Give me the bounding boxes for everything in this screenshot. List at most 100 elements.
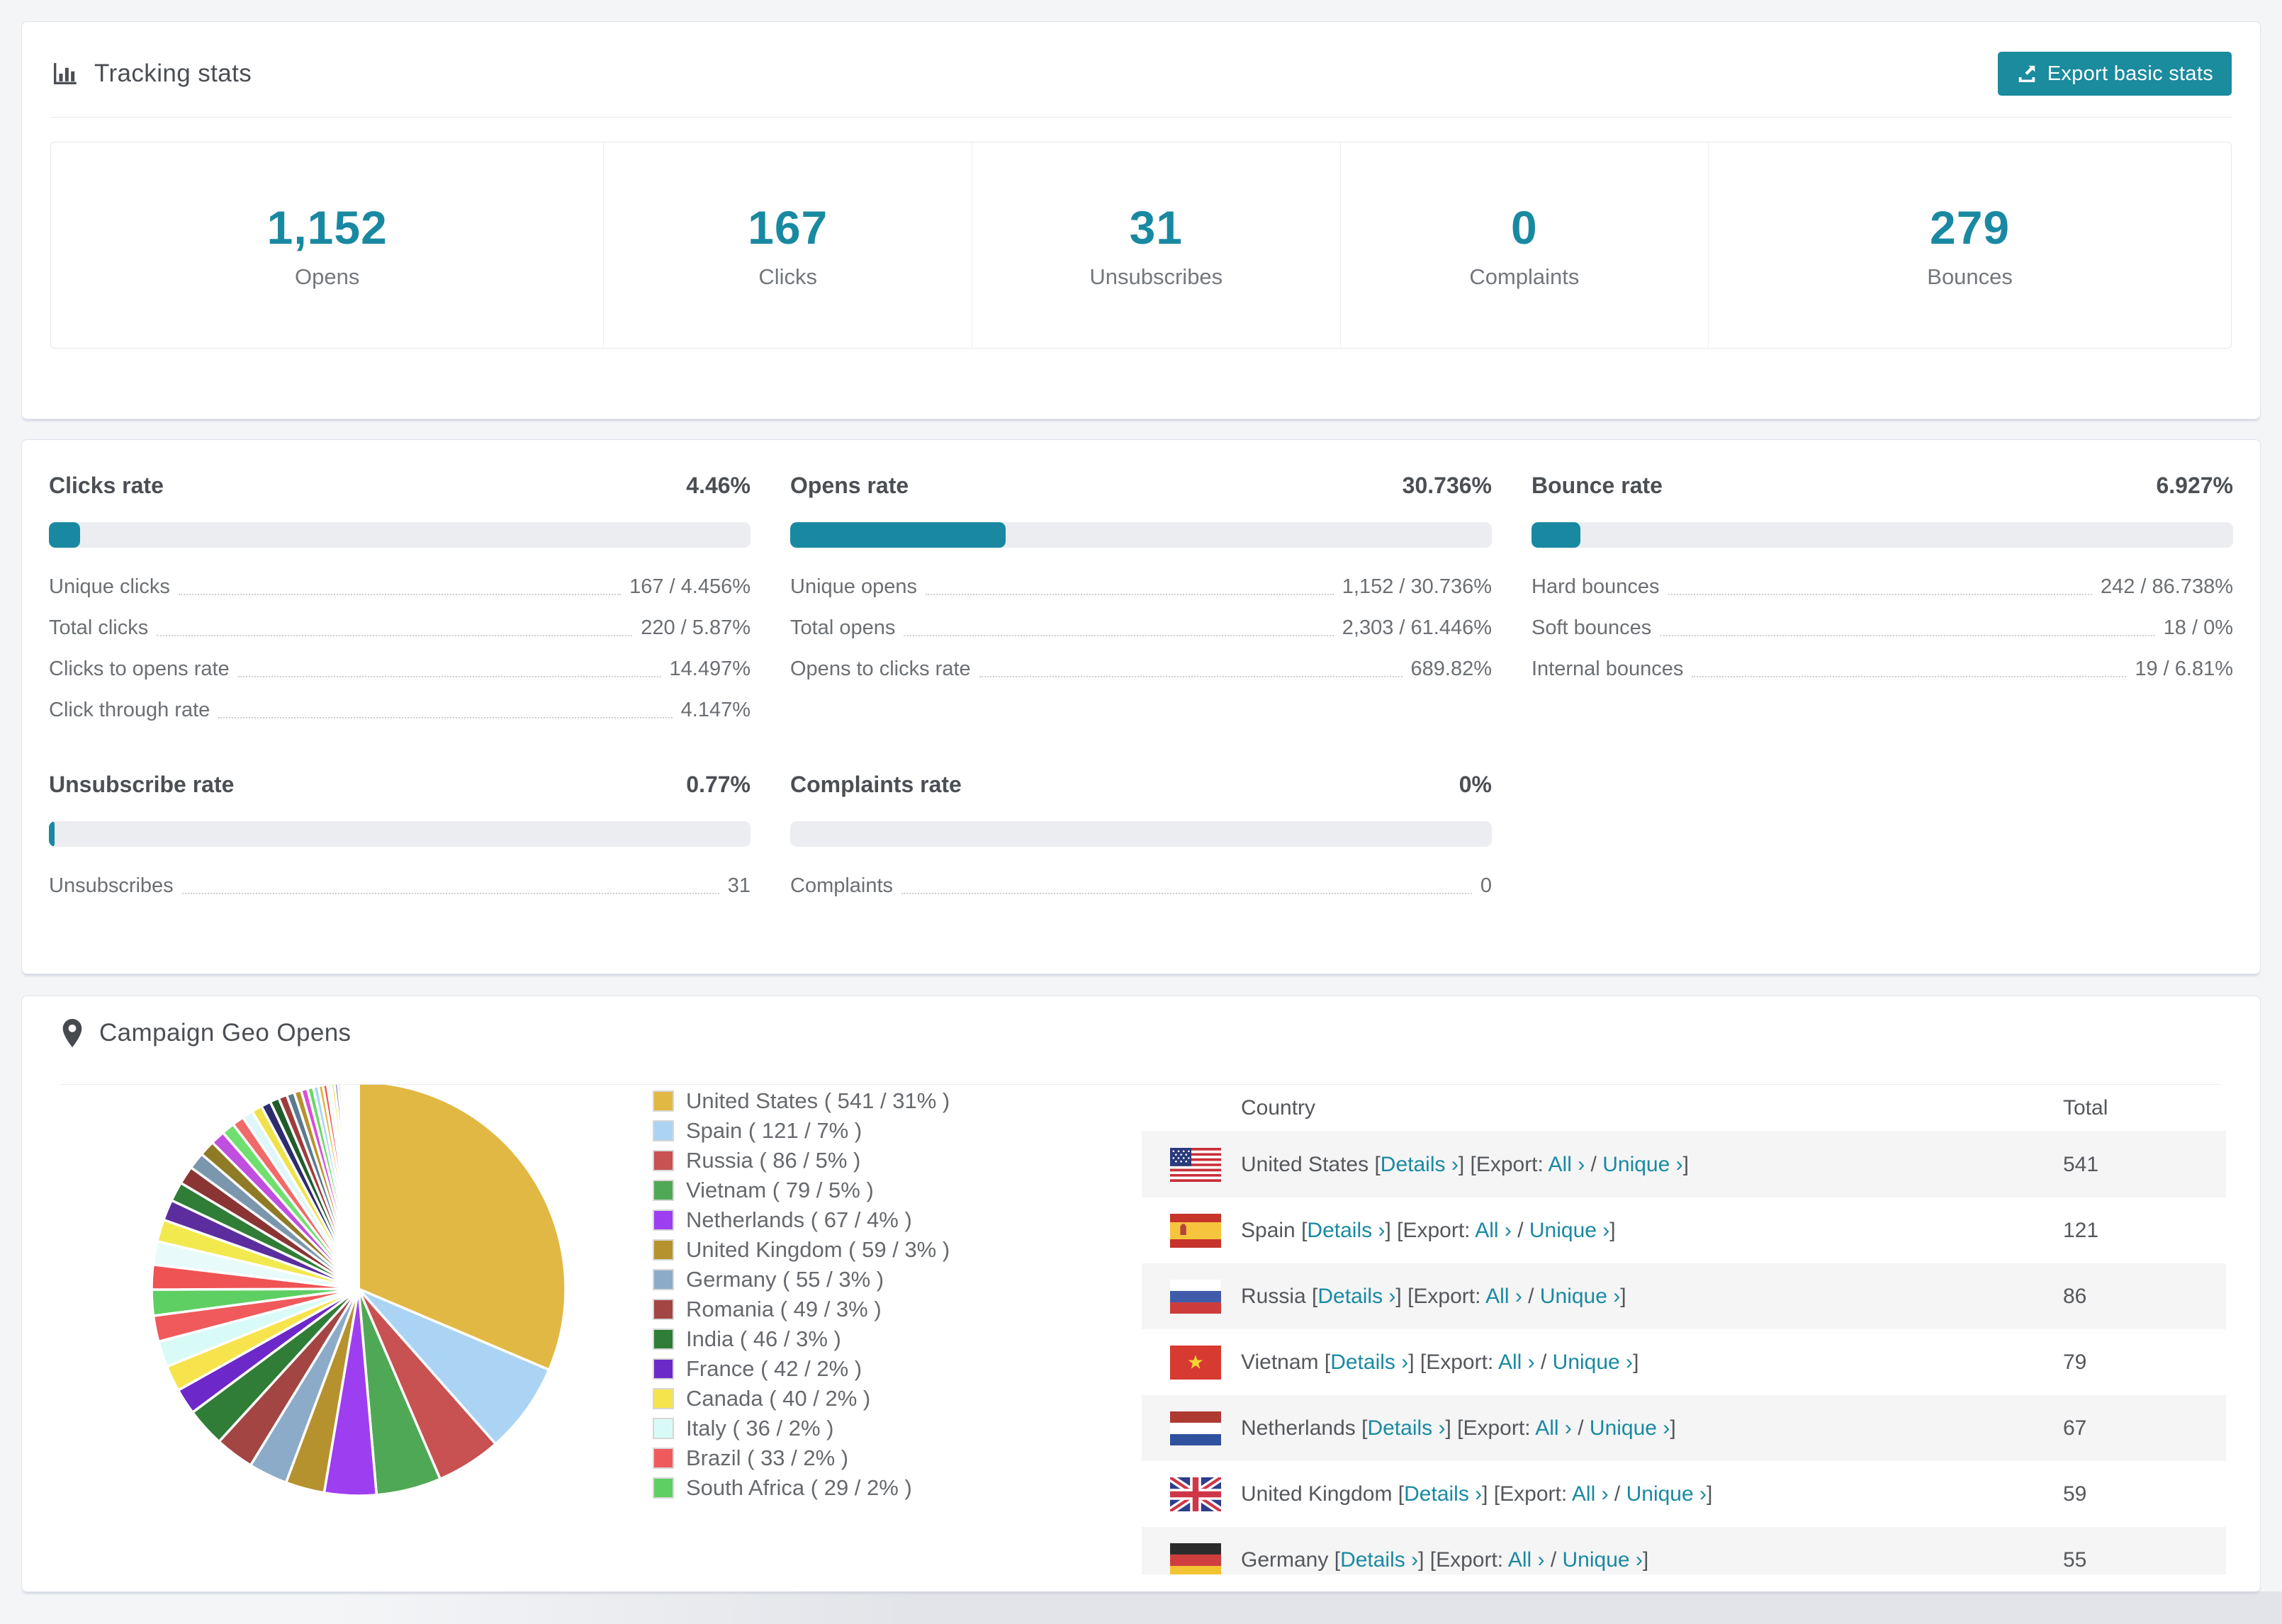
legend-item-france[interactable]: France ( 42 / 2% ) (653, 1354, 950, 1384)
export-all-link[interactable]: All › (1535, 1416, 1572, 1440)
country-cell: Netherlands [Details ›] [Export: All › /… (1241, 1416, 2063, 1440)
legend-item-spain[interactable]: Spain ( 121 / 7% ) (653, 1116, 950, 1146)
details-link[interactable]: Details › (1340, 1548, 1418, 1572)
page-bottom-shade (333, 1591, 2282, 1624)
stat-detail-label: Clicks to opens rate (49, 657, 230, 680)
pie-legend: United States ( 541 / 31% ) Spain ( 121 /… (653, 1086, 950, 1503)
tracking-stats-title: Tracking stats (94, 60, 252, 87)
legend-item-united-states[interactable]: United States ( 541 / 31% ) (653, 1086, 950, 1116)
bracket-text: [ (1334, 1547, 1341, 1572)
export-all-link[interactable]: All › (1498, 1350, 1535, 1374)
stat-detail-value: 167 / 4.456% (629, 575, 751, 598)
country-cell: Spain [Details ›] [Export: All › / Uniqu… (1241, 1219, 2063, 1243)
legend-label: France ( 42 / 2% ) (686, 1356, 862, 1381)
legend-item-vietnam[interactable]: Vietnam ( 79 / 5% ) (653, 1175, 950, 1205)
export-unique-link[interactable]: Unique › (1590, 1416, 1670, 1440)
dotted-leader (1668, 594, 2092, 595)
legend-item-brazil[interactable]: Brazil ( 33 / 2% ) (653, 1443, 950, 1473)
opens-rate-title: Opens rate (790, 473, 909, 498)
export-all-link[interactable]: All › (1508, 1548, 1545, 1572)
stat-detail-label: Unique clicks (49, 575, 170, 598)
country-total: 121 (2063, 1218, 2099, 1242)
export-all-link[interactable]: All › (1548, 1153, 1585, 1176)
bracket-text: ] (1707, 1482, 1713, 1506)
summary-complaints: 0 Complaints (1339, 142, 1709, 348)
unsubscribes-count: 31 (1129, 201, 1183, 254)
geo-opens-pie-chart[interactable] (146, 1085, 571, 1501)
stat-detail-label: Complaints (790, 874, 894, 897)
legend-item-south-africa[interactable]: South Africa ( 29 / 2% ) (653, 1473, 950, 1503)
opens-count: 1,152 (266, 201, 388, 254)
unsubscribe-rate-panel: Unsubscribe rate 0.77% Unsubscribes 31 (49, 769, 751, 906)
export-basic-stats-button[interactable]: Export basic stats (1997, 52, 2232, 96)
country-name: Vietnam (1241, 1350, 1325, 1374)
legend-item-italy[interactable]: Italy ( 36 / 2% ) (653, 1414, 950, 1443)
opens-rate-value: 30.736% (1402, 473, 1492, 498)
export-all-link[interactable]: All › (1572, 1482, 1609, 1506)
tracking-stats-header: Tracking stats Export basic stats (22, 22, 2260, 96)
complaints-rate-value: 0% (1458, 772, 1492, 797)
legend-item-india[interactable]: India ( 46 / 3% ) (653, 1324, 950, 1354)
details-link[interactable]: Details › (1381, 1153, 1458, 1176)
export-unique-link[interactable]: Unique › (1602, 1153, 1682, 1176)
legend-swatch (653, 1388, 674, 1409)
export-unique-link[interactable]: Unique › (1529, 1219, 1609, 1242)
legend-item-united-kingdom[interactable]: United Kingdom ( 59 / 3% ) (653, 1235, 950, 1265)
details-link[interactable]: Details › (1307, 1219, 1385, 1242)
bounces-count: 279 (1930, 201, 2011, 254)
legend-item-canada[interactable]: Canada ( 40 / 2% ) (653, 1384, 950, 1414)
export-unique-link[interactable]: Unique › (1626, 1482, 1707, 1506)
dotted-leader (1692, 676, 2127, 677)
geo-title: Campaign Geo Opens (99, 1019, 352, 1047)
country-flag-gb (1168, 1474, 1223, 1514)
stat-detail-row: Click through rate 4.147% (49, 689, 751, 731)
legend-swatch (653, 1090, 674, 1112)
export-unique-link[interactable]: Unique › (1553, 1350, 1633, 1374)
stat-detail-row: Complaints 0 (790, 865, 1492, 906)
export-all-link[interactable]: All › (1485, 1285, 1522, 1308)
stat-detail-value: 1,152 / 30.736% (1342, 575, 1492, 598)
legend-swatch (653, 1477, 674, 1499)
export-all-link[interactable]: All › (1475, 1219, 1512, 1242)
legend-item-germany[interactable]: Germany ( 55 / 3% ) (653, 1265, 950, 1295)
legend-item-russia[interactable]: Russia ( 86 / 5% ) (653, 1146, 950, 1175)
bounce-rate-value: 6.927% (2156, 473, 2233, 498)
stat-detail-value: 4.147% (680, 698, 751, 721)
dotted-leader (157, 635, 633, 636)
bracket-text: / (1534, 1350, 1553, 1374)
bracket-text: / (1544, 1547, 1563, 1572)
country-flag-de (1170, 1543, 1221, 1574)
bracket-text: / (1608, 1482, 1626, 1506)
details-link[interactable]: Details › (1330, 1350, 1408, 1374)
country-flag-nl (1170, 1411, 1221, 1445)
stat-detail-label: Unique opens (790, 575, 917, 598)
details-link[interactable]: Details › (1367, 1416, 1445, 1440)
table-row-netherlands: Netherlands [Details ›] [Export: All › /… (1142, 1395, 2226, 1461)
country-name: Russia (1241, 1284, 1313, 1308)
legend-item-netherlands[interactable]: Netherlands ( 67 / 4% ) (653, 1205, 950, 1235)
complaints-rate-panel: Complaints rate 0% Complaints 0 (790, 769, 1492, 906)
export-unique-link[interactable]: Unique › (1540, 1285, 1620, 1308)
details-link[interactable]: Details › (1317, 1285, 1395, 1308)
complaints-rate-title: Complaints rate (790, 772, 962, 797)
geo-opens-table: Country Total United States [Details ›] … (1142, 1085, 2226, 1574)
complaints-rate-progressbar (790, 821, 1492, 847)
export-unique-link[interactable]: Unique › (1563, 1548, 1643, 1572)
country-name: Spain (1241, 1218, 1302, 1242)
dotted-leader (979, 676, 1403, 677)
legend-item-romania[interactable]: Romania ( 49 / 3% ) (653, 1295, 950, 1324)
country-flag-es (1170, 1213, 1221, 1248)
bracket-text: ] (1670, 1416, 1676, 1440)
clicks-rate-value: 4.46% (686, 473, 751, 498)
stat-detail-row: Unique clicks 167 / 4.456% (49, 566, 751, 607)
table-row-russia: Russia [Details ›] [Export: All › / Uniq… (1142, 1263, 2226, 1329)
details-link[interactable]: Details › (1404, 1482, 1482, 1506)
legend-label: Romania ( 49 / 3% ) (686, 1297, 882, 1321)
stat-detail-label: Total clicks (49, 616, 149, 639)
country-total: 541 (2063, 1153, 2099, 1176)
bracket-text: ] [Export: (1418, 1547, 1508, 1572)
legend-swatch (653, 1358, 674, 1380)
table-row-vietnam: Vietnam [Details ›] [Export: All › / Uni… (1142, 1329, 2226, 1395)
rates-card: Clicks rate 4.46% Unique clicks 167 / 4.4… (21, 439, 2261, 974)
bracket-text: ] (1682, 1153, 1689, 1176)
